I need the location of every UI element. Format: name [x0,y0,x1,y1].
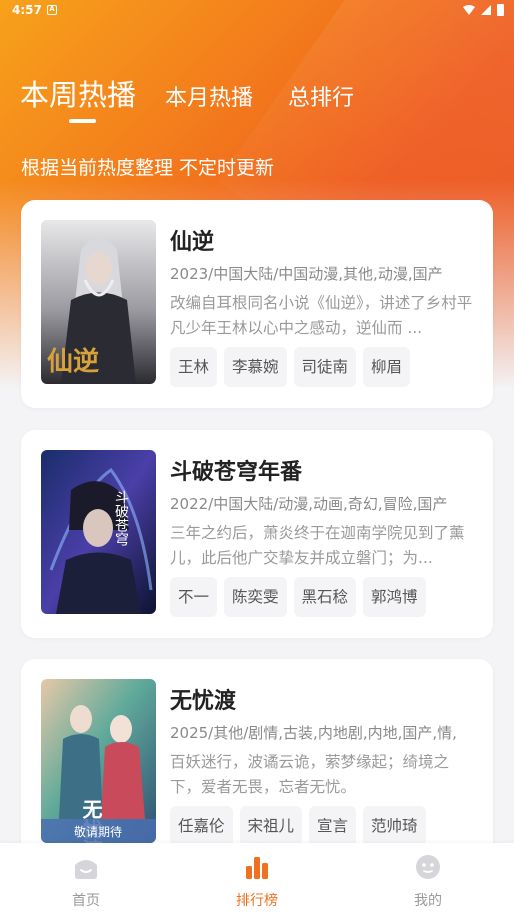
status-time: 4:57 [12,3,42,17]
status-bar: 4:57 A [0,0,514,22]
nav-ranking[interactable]: 排行榜 [197,843,317,915]
ranking-card[interactable]: 仙逆 仙逆 2023/中国大陆/中国动漫,其他,动漫,国产 改编自耳根同名小说《… [21,200,493,408]
nav-profile[interactable]: 我的 [368,843,488,915]
poster-title-text: 斗破苍穹 [113,490,129,546]
actor-tags: 任嘉伦 宋祖儿 宣言 范帅琦 [170,806,426,846]
actor-tag[interactable]: 陈奕雯 [224,577,287,617]
tab-weekly[interactable]: 本周热播 [20,72,136,114]
actor-tags: 王林 李慕婉 司徒南 柳眉 [170,347,411,387]
ranking-card[interactable]: 无忧渡 敬请期待 无忧渡 2025/其他/剧情,古装,内地剧,内地,国产,情, … [21,659,493,867]
card-meta: 2023/中国大陆/中国动漫,其他,动漫,国产 [170,265,443,283]
nav-home[interactable]: 首页 [26,843,146,915]
poster-image: 仙逆 [41,220,156,384]
actor-tag[interactable]: 宣言 [309,806,357,846]
battery-icon [497,4,504,16]
actor-tag[interactable]: 任嘉伦 [170,806,233,846]
card-meta: 2022/中国大陆/动漫,动画,奇幻,冒险,国产 [170,495,448,513]
actor-tag[interactable]: 王林 [170,347,218,387]
profile-icon [416,855,440,879]
ranking-card[interactable]: 斗破苍穹 斗破苍穹年番 2022/中国大陆/动漫,动画,奇幻,冒险,国产 三年之… [21,430,493,638]
active-tab-indicator [69,119,96,123]
actor-tag[interactable]: 柳眉 [363,347,411,387]
bottom-navigation: 首页 排行榜 我的 [0,843,514,915]
actor-tag[interactable]: 范帅琦 [363,806,426,846]
card-title: 仙逆 [170,230,215,255]
poster-title-text: 仙逆 [47,346,99,377]
card-title: 斗破苍穹年番 [170,460,303,485]
actor-tag[interactable]: 李慕婉 [224,347,287,387]
actor-tag[interactable]: 黑石稔 [293,577,357,617]
tab-monthly[interactable]: 本月热播 [165,80,253,112]
card-meta: 2025/其他/剧情,古装,内地剧,内地,国产,情, [170,724,457,742]
actor-tag[interactable]: 郭鸿博 [363,577,426,617]
poster-image: 无忧渡 敬请期待 [41,679,156,843]
notification-icon: A [47,5,57,15]
nav-profile-label: 我的 [414,893,442,909]
actor-tags: 不一 陈奕雯 黑石稔 郭鸿博 [170,577,426,617]
wifi-icon [463,5,475,15]
nav-ranking-label: 排行榜 [236,893,278,909]
actor-tag[interactable]: 司徒南 [293,347,357,387]
signal-icon [481,5,491,15]
nav-home-label: 首页 [72,893,100,909]
card-description: 改编自耳根同名小说《仙逆》，讲述了乡村平凡少年王林以心中之感动，逆仙而 ... [170,294,473,337]
card-title: 无忧渡 [170,689,237,714]
page-subtitle: 根据当前热度整理 不定时更新 [21,157,275,179]
ranking-icon [246,857,268,879]
poster-banner: 敬请期待 [74,825,122,839]
actor-tag[interactable]: 宋祖儿 [239,806,303,846]
poster-image: 斗破苍穹 [41,450,156,614]
tab-overall[interactable]: 总排行 [288,80,354,112]
card-description: 三年之约后，萧炎终于在迦南学院见到了薰儿，此后他广交挚友并成立磐门；为... [170,524,465,567]
actor-tag[interactable]: 不一 [170,577,218,617]
home-icon [75,860,97,879]
card-description: 百妖迷行，波谲云诡，萦梦缘起；绮境之下，爱者无畏，忘者无忧。 [170,753,450,796]
